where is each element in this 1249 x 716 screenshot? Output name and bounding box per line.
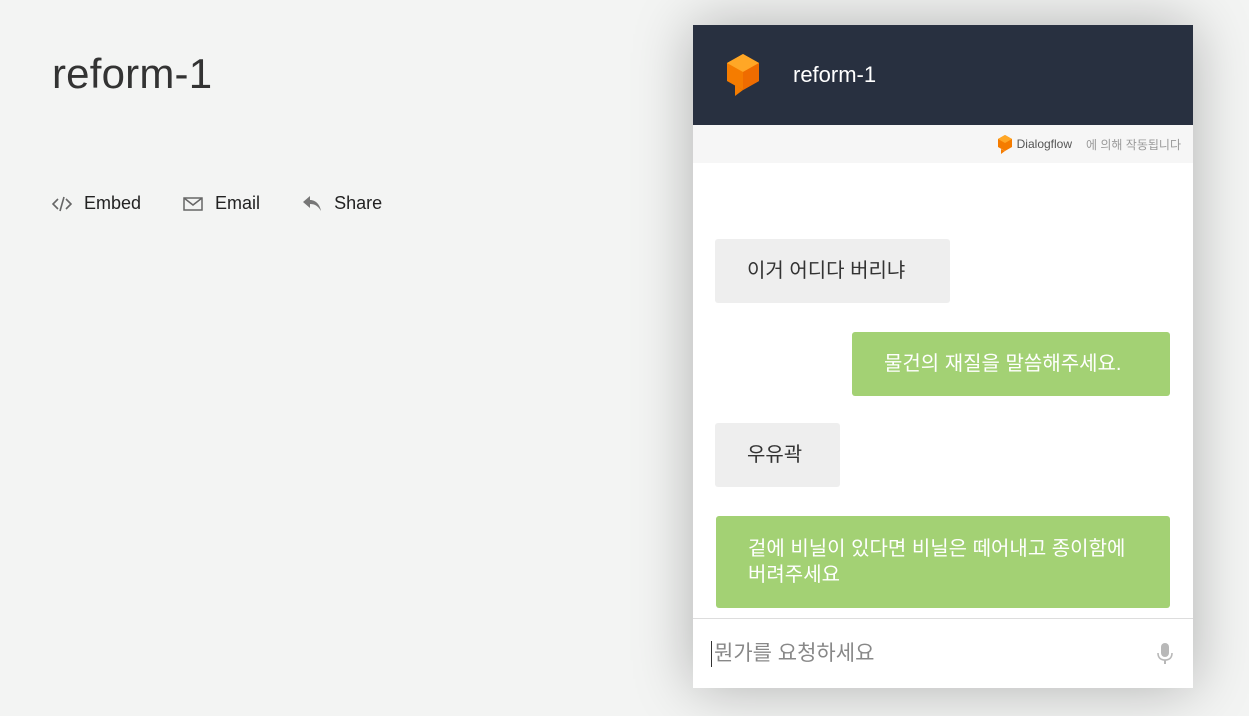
chat-widget: reform-1 Dialogflow 에 의해 작동됩니다 이거 어디다 버리… [693,25,1193,688]
email-label: Email [215,193,261,213]
dialogflow-small-icon [997,135,1012,154]
user-message: 이거 어디다 버리냐 [715,239,950,303]
share-button[interactable]: Share [302,193,382,214]
user-message: 우유곽 [715,423,840,487]
bot-message: 겉에 비닐이 있다면 비닐은 떼어내고 종이함에 버려주세요 [716,516,1170,608]
message-list: 이거 어디다 버리냐 물건의 재질을 말씀해주세요. 우유곽 겉에 비닐이 있다… [693,163,1193,618]
embed-button[interactable]: Embed [52,193,141,214]
share-icon [303,195,322,211]
chat-title: reform-1 [793,62,877,87]
share-actions: Embed Email Share [52,193,424,214]
dialogflow-cube-icon [727,54,759,96]
chat-header: reform-1 [693,25,1193,125]
powered-by-link[interactable]: Dialogflow [997,134,1072,154]
powered-brand: Dialogflow [1016,137,1072,151]
share-label: Share [334,193,383,213]
email-button[interactable]: Email [183,193,260,214]
input-bar [693,618,1193,688]
page-title: reform-1 [52,50,213,97]
code-icon [52,196,72,211]
embed-label: Embed [84,193,142,213]
microphone-icon[interactable] [1157,642,1173,666]
mail-icon [183,196,203,211]
message-input[interactable] [711,640,1157,667]
powered-text: 에 의해 작동됩니다 [1086,137,1181,152]
powered-by-bar: Dialogflow 에 의해 작동됩니다 [693,125,1193,163]
bot-message: 물건의 재질을 말씀해주세요. [852,332,1170,396]
